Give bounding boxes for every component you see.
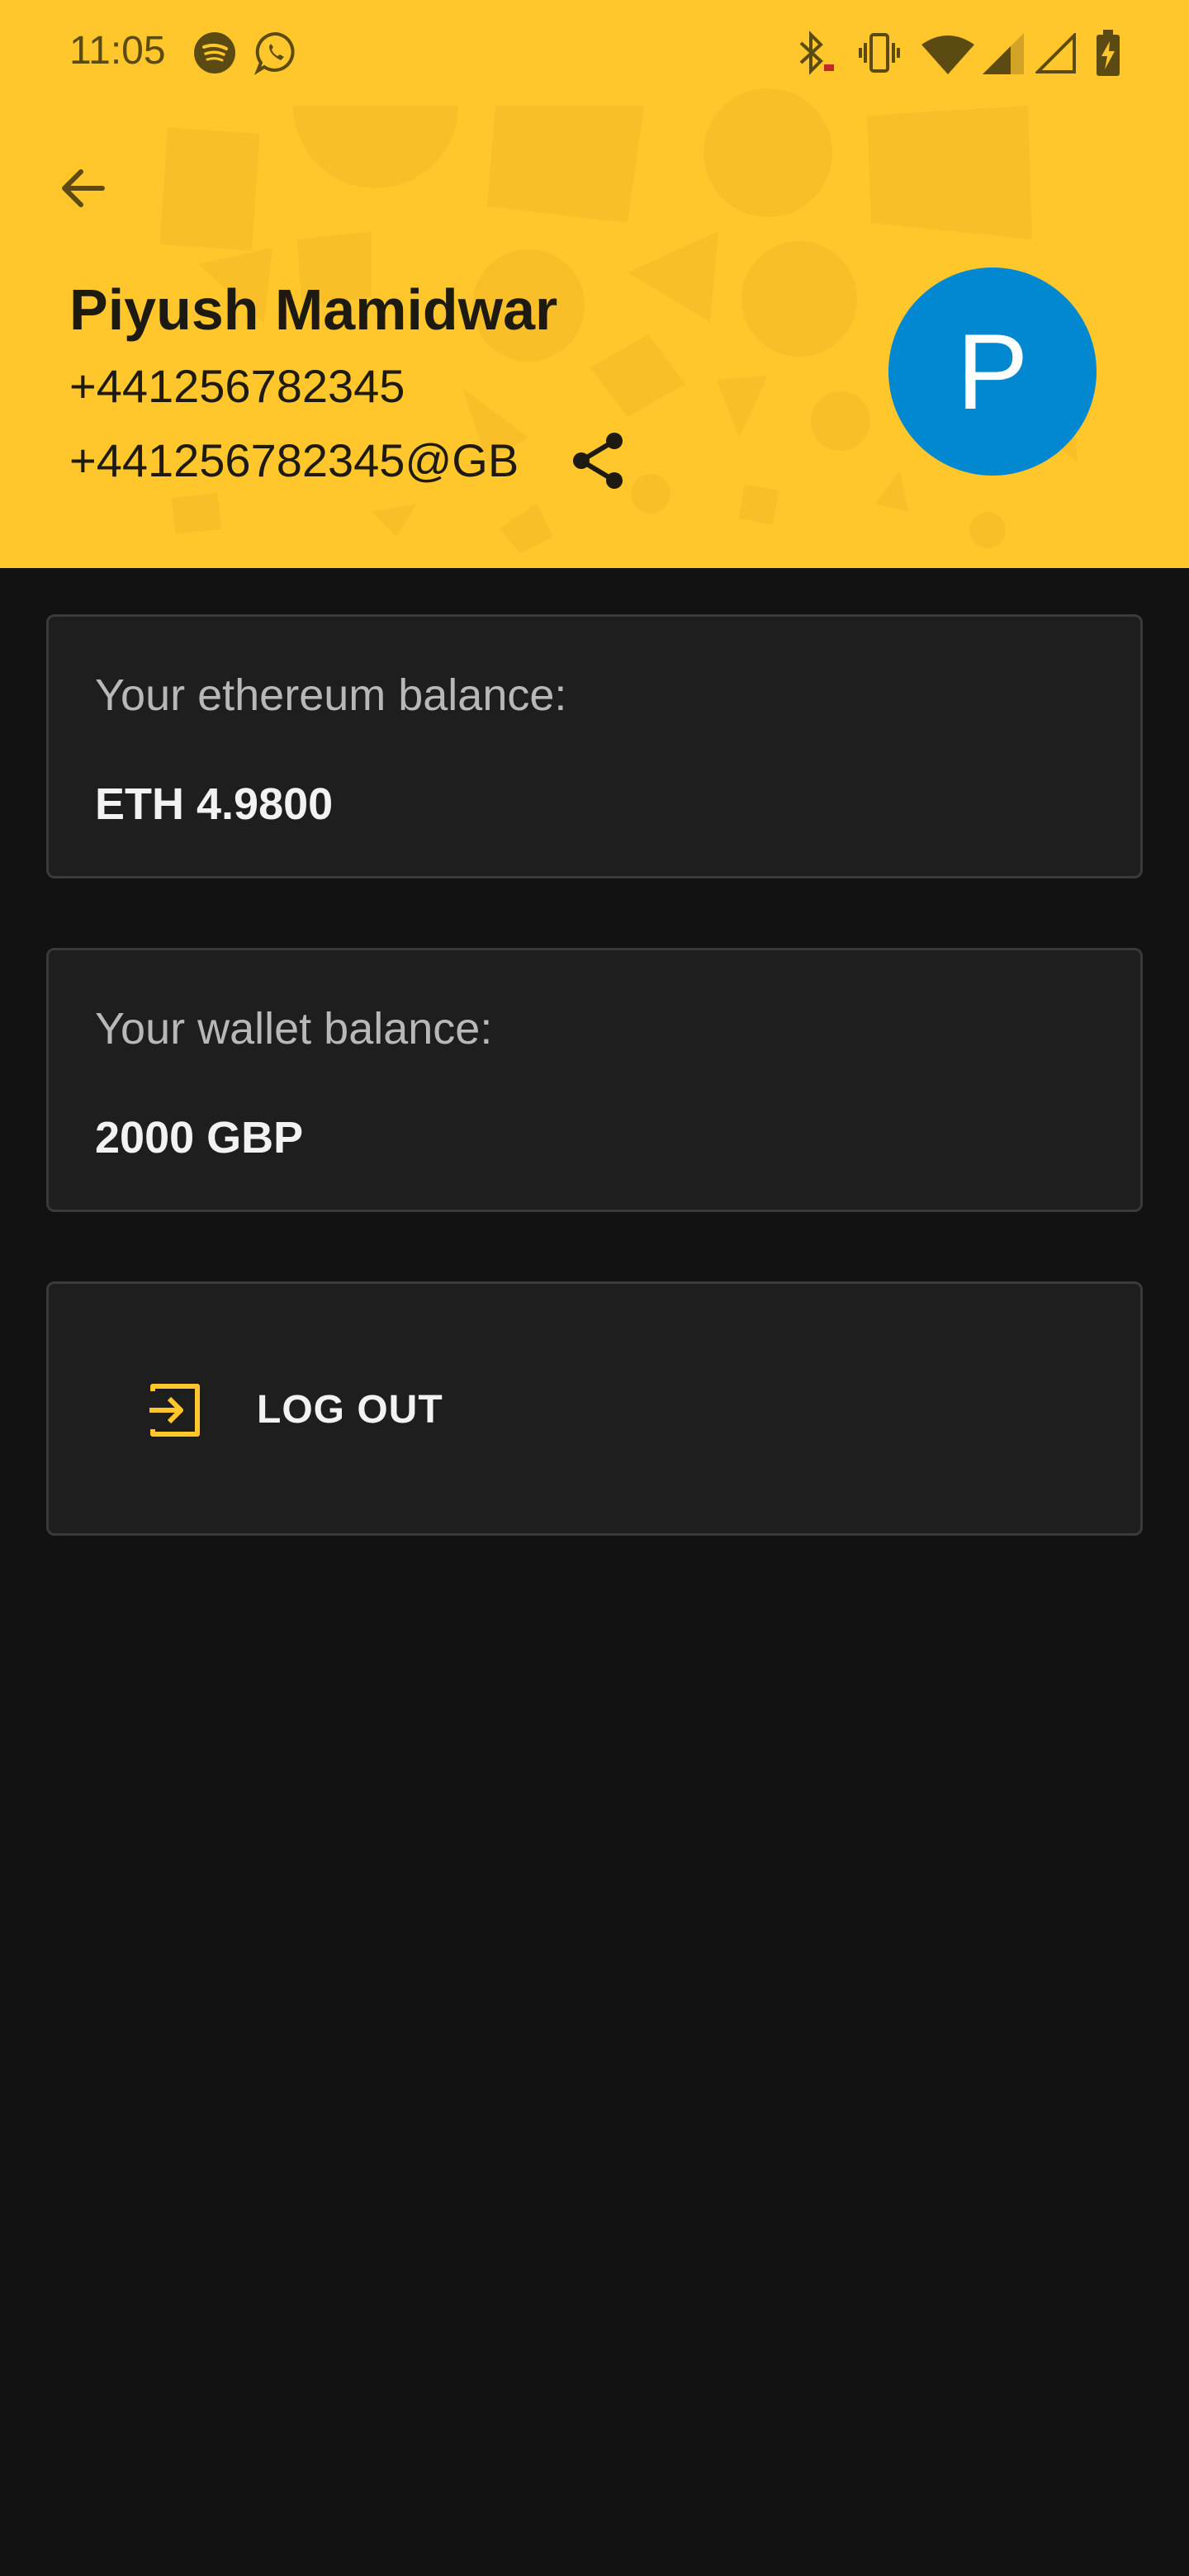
wifi-icon bbox=[921, 36, 974, 74]
eth-balance-card: Your ethereum balance: ETH 4.9800 bbox=[46, 614, 1143, 878]
signal-empty-icon bbox=[1035, 33, 1076, 73]
whatsapp-icon bbox=[253, 31, 295, 75]
profile-account-id: +441256782345@GB bbox=[69, 434, 519, 486]
avatar: P bbox=[888, 268, 1097, 476]
arrow-back-icon bbox=[62, 169, 105, 207]
profile-name: Piyush Mamidwar bbox=[69, 277, 558, 342]
eth-balance-label: Your ethereum balance: bbox=[95, 670, 567, 720]
wallet-balance-value: 2000 GBP bbox=[95, 1113, 304, 1163]
bluetooth-icon bbox=[799, 31, 834, 75]
vibrate-icon bbox=[859, 33, 900, 73]
signal-icon bbox=[983, 33, 1024, 74]
status-time: 11:05 bbox=[69, 29, 166, 73]
spotify-icon bbox=[194, 32, 235, 73]
profile-header: 11:05 Piyush Mamidwar +441256782345 +441… bbox=[0, 0, 1189, 568]
battery-charging-icon bbox=[1097, 30, 1120, 76]
logout-button[interactable]: LOG OUT bbox=[46, 1281, 1143, 1536]
profile-phone: +441256782345 bbox=[69, 360, 405, 412]
share-button[interactable] bbox=[561, 423, 637, 499]
share-icon bbox=[573, 433, 623, 489]
wallet-balance-label: Your wallet balance: bbox=[95, 1004, 493, 1054]
eth-balance-value: ETH 4.9800 bbox=[95, 779, 334, 829]
back-button[interactable] bbox=[46, 152, 119, 225]
wallet-balance-card: Your wallet balance: 2000 GBP bbox=[46, 948, 1143, 1212]
logout-icon bbox=[149, 1384, 200, 1437]
status-bar: 11:05 bbox=[0, 0, 1189, 106]
logout-label: LOG OUT bbox=[257, 1388, 443, 1432]
